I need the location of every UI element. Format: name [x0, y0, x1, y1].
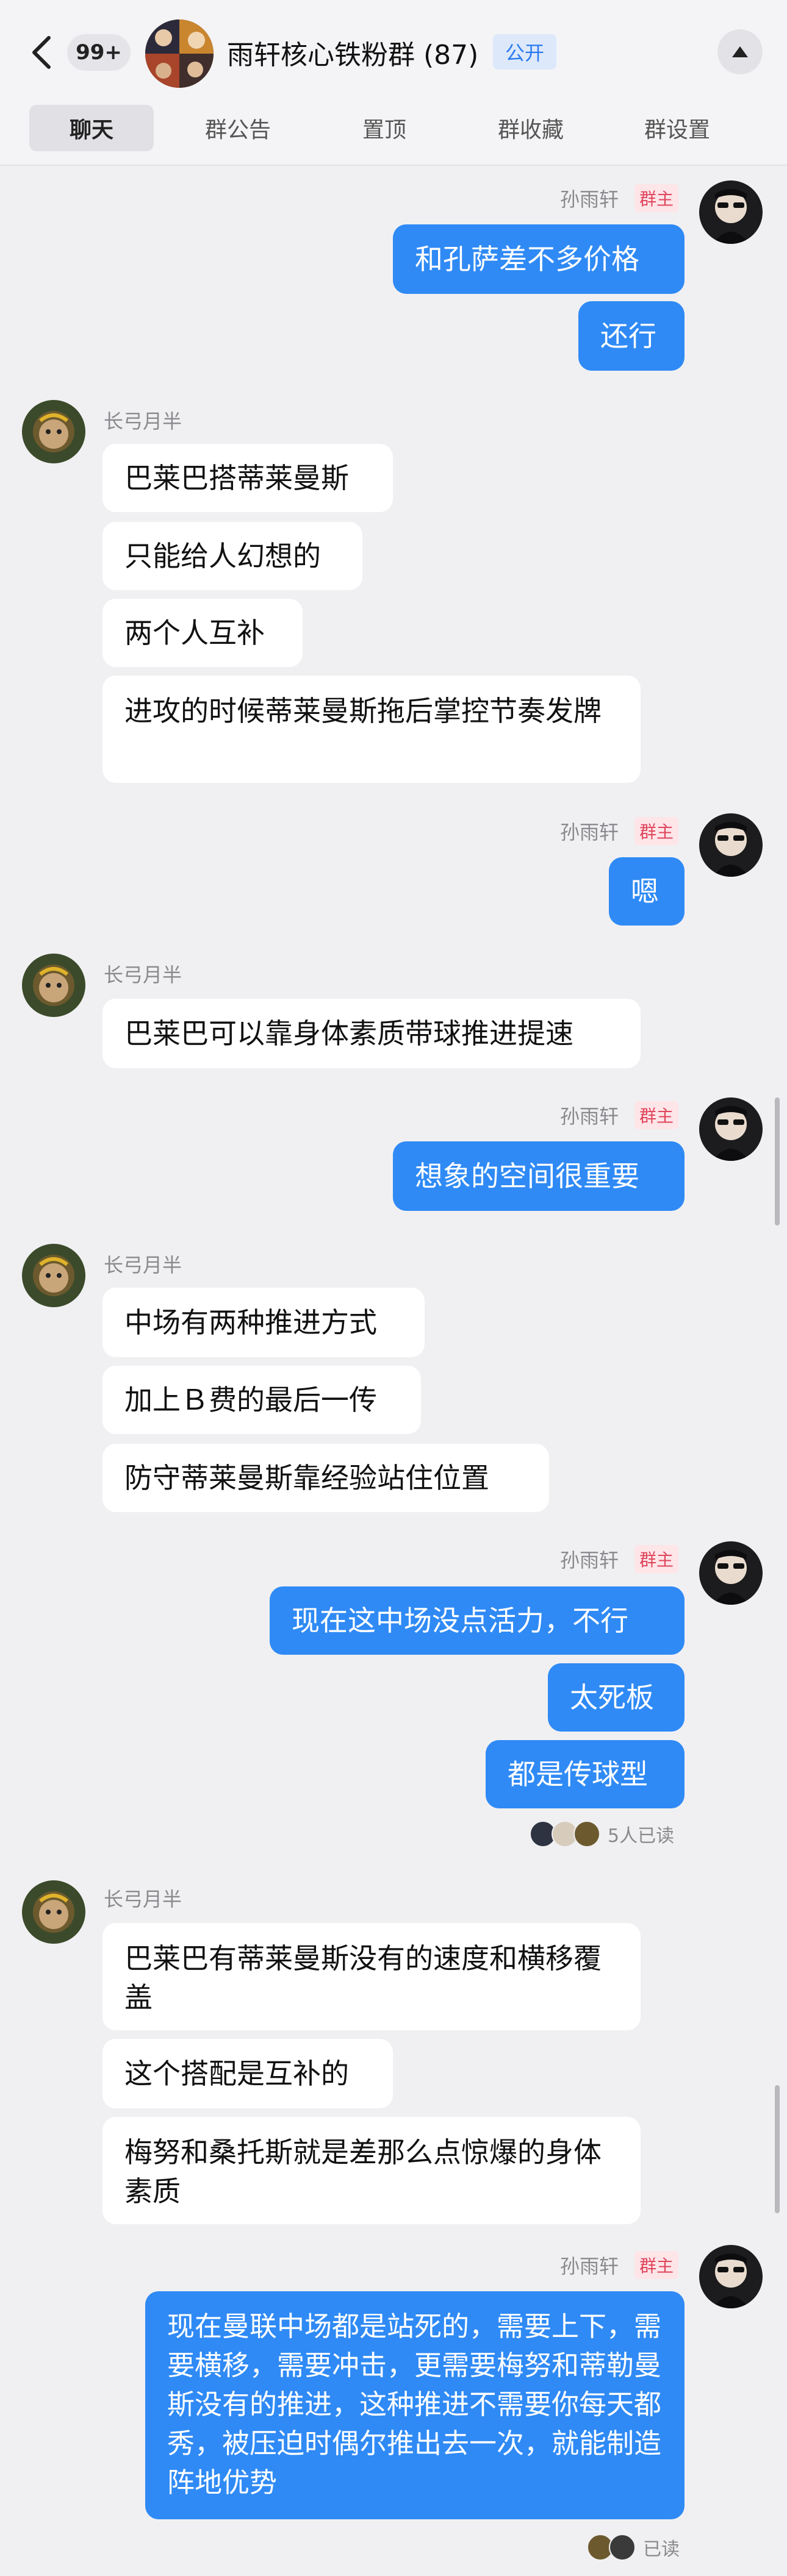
sender-name-member: 长弓月半 [104, 410, 182, 433]
unread-count-badge[interactable]: 99+ [67, 34, 131, 71]
message-bubble[interactable]: 梅努和桑托斯就是差那么点惊爆的身体素质 [102, 2117, 641, 2224]
chevron-left-icon[interactable] [29, 34, 54, 71]
avatar-owner[interactable] [699, 1097, 763, 1161]
message-bubble[interactable]: 巴莱巴可以靠身体素质带球推进提速 [102, 999, 641, 1068]
owner-role-tag: 群主 [634, 184, 678, 212]
message-bubble[interactable]: 巴莱巴搭蒂莱曼斯 [102, 444, 393, 512]
message-bubble[interactable]: 现在曼联中场都是站死的，需要上下，需要横移，需要冲击，更需要梅努和蒂勒曼斯没有的… [145, 2291, 685, 2519]
avatar-member[interactable] [22, 954, 85, 1017]
read-status-text: 已读 [643, 2539, 680, 2560]
message-bubble[interactable]: 想象的空间很重要 [393, 1141, 685, 1211]
sender-name-member: 长弓月半 [104, 1888, 182, 1911]
message-bubble[interactable]: 两个人互补 [102, 599, 303, 667]
read-count-text: 5人已读 [608, 1825, 675, 1847]
message-bubble[interactable]: 只能给人幻想的 [102, 522, 362, 590]
avatar-member[interactable] [22, 1880, 85, 1944]
owner-role-tag: 群主 [634, 817, 678, 845]
tab-favorites[interactable]: 群收藏 [469, 105, 593, 151]
owner-role-tag: 群主 [634, 2251, 678, 2279]
tab-pinned[interactable]: 置顶 [322, 105, 447, 151]
reader-avatar [609, 2534, 636, 2561]
read-receipt[interactable]: 5人已读 [530, 1821, 674, 1847]
scrollbar-thumb[interactable] [775, 1097, 780, 1226]
tab-chat[interactable]: 聊天 [29, 105, 154, 151]
public-tag: 公开 [493, 34, 557, 70]
owner-role-tag: 群主 [634, 1545, 678, 1573]
message-bubble[interactable]: 和孔萨差不多价格 [393, 224, 685, 294]
collapse-button[interactable] [717, 29, 763, 74]
sender-name-member: 长弓月半 [104, 963, 182, 987]
sender-name-owner: 孙雨轩 [560, 1549, 619, 1572]
owner-role-tag: 群主 [634, 1101, 678, 1129]
message-bubble[interactable]: 这个搭配是互补的 [102, 2039, 393, 2108]
message-bubble[interactable]: 嗯 [609, 857, 685, 926]
triangle-up-icon [732, 46, 748, 57]
tab-announcement[interactable]: 群公告 [176, 105, 300, 151]
sender-name-owner: 孙雨轩 [560, 2255, 619, 2278]
avatar-owner[interactable] [699, 2245, 763, 2308]
avatar-owner[interactable] [699, 1541, 763, 1605]
message-bubble[interactable]: 进攻的时候蒂莱曼斯拖后掌控节奏发牌 [102, 676, 641, 783]
message-bubble[interactable]: 防守蒂莱曼斯靠经验站住位置 [102, 1444, 549, 1512]
message-bubble[interactable]: 还行 [578, 301, 685, 371]
avatar-owner[interactable] [699, 813, 763, 877]
group-tabs: 聊天 群公告 置顶 群收藏 群设置 [29, 105, 761, 154]
sender-name-member: 长弓月半 [104, 1254, 182, 1277]
avatar-member[interactable] [22, 400, 85, 463]
chat-header: 99+ 雨轩核心铁粉群 (87) 公开 聊天 群公告 置顶 群收藏 群设置 [0, 0, 787, 166]
message-bubble[interactable]: 加上Ｂ费的最后一传 [102, 1366, 421, 1434]
avatar-member[interactable] [22, 1244, 85, 1307]
reader-avatar [573, 1821, 600, 1847]
group-title[interactable]: 雨轩核心铁粉群 (87) [227, 33, 478, 72]
message-bubble[interactable]: 现在这中场没点活力，不行 [270, 1586, 685, 1655]
scrollbar-thumb[interactable] [775, 2085, 780, 2213]
sender-name-owner: 孙雨轩 [560, 188, 619, 211]
sender-name-owner: 孙雨轩 [560, 821, 619, 844]
group-avatar[interactable] [145, 20, 214, 88]
sender-name-owner: 孙雨轩 [560, 1105, 619, 1128]
message-bubble[interactable]: 中场有两种推进方式 [102, 1288, 425, 1357]
avatar-owner[interactable] [699, 180, 763, 244]
tab-settings[interactable]: 群设置 [615, 105, 739, 151]
read-receipt[interactable]: 已读 [587, 2534, 680, 2561]
message-bubble[interactable]: 巴莱巴有蒂莱曼斯没有的速度和横移覆盖 [102, 1923, 641, 2030]
message-bubble[interactable]: 太死板 [548, 1663, 685, 1732]
message-bubble[interactable]: 都是传球型 [486, 1740, 685, 1808]
